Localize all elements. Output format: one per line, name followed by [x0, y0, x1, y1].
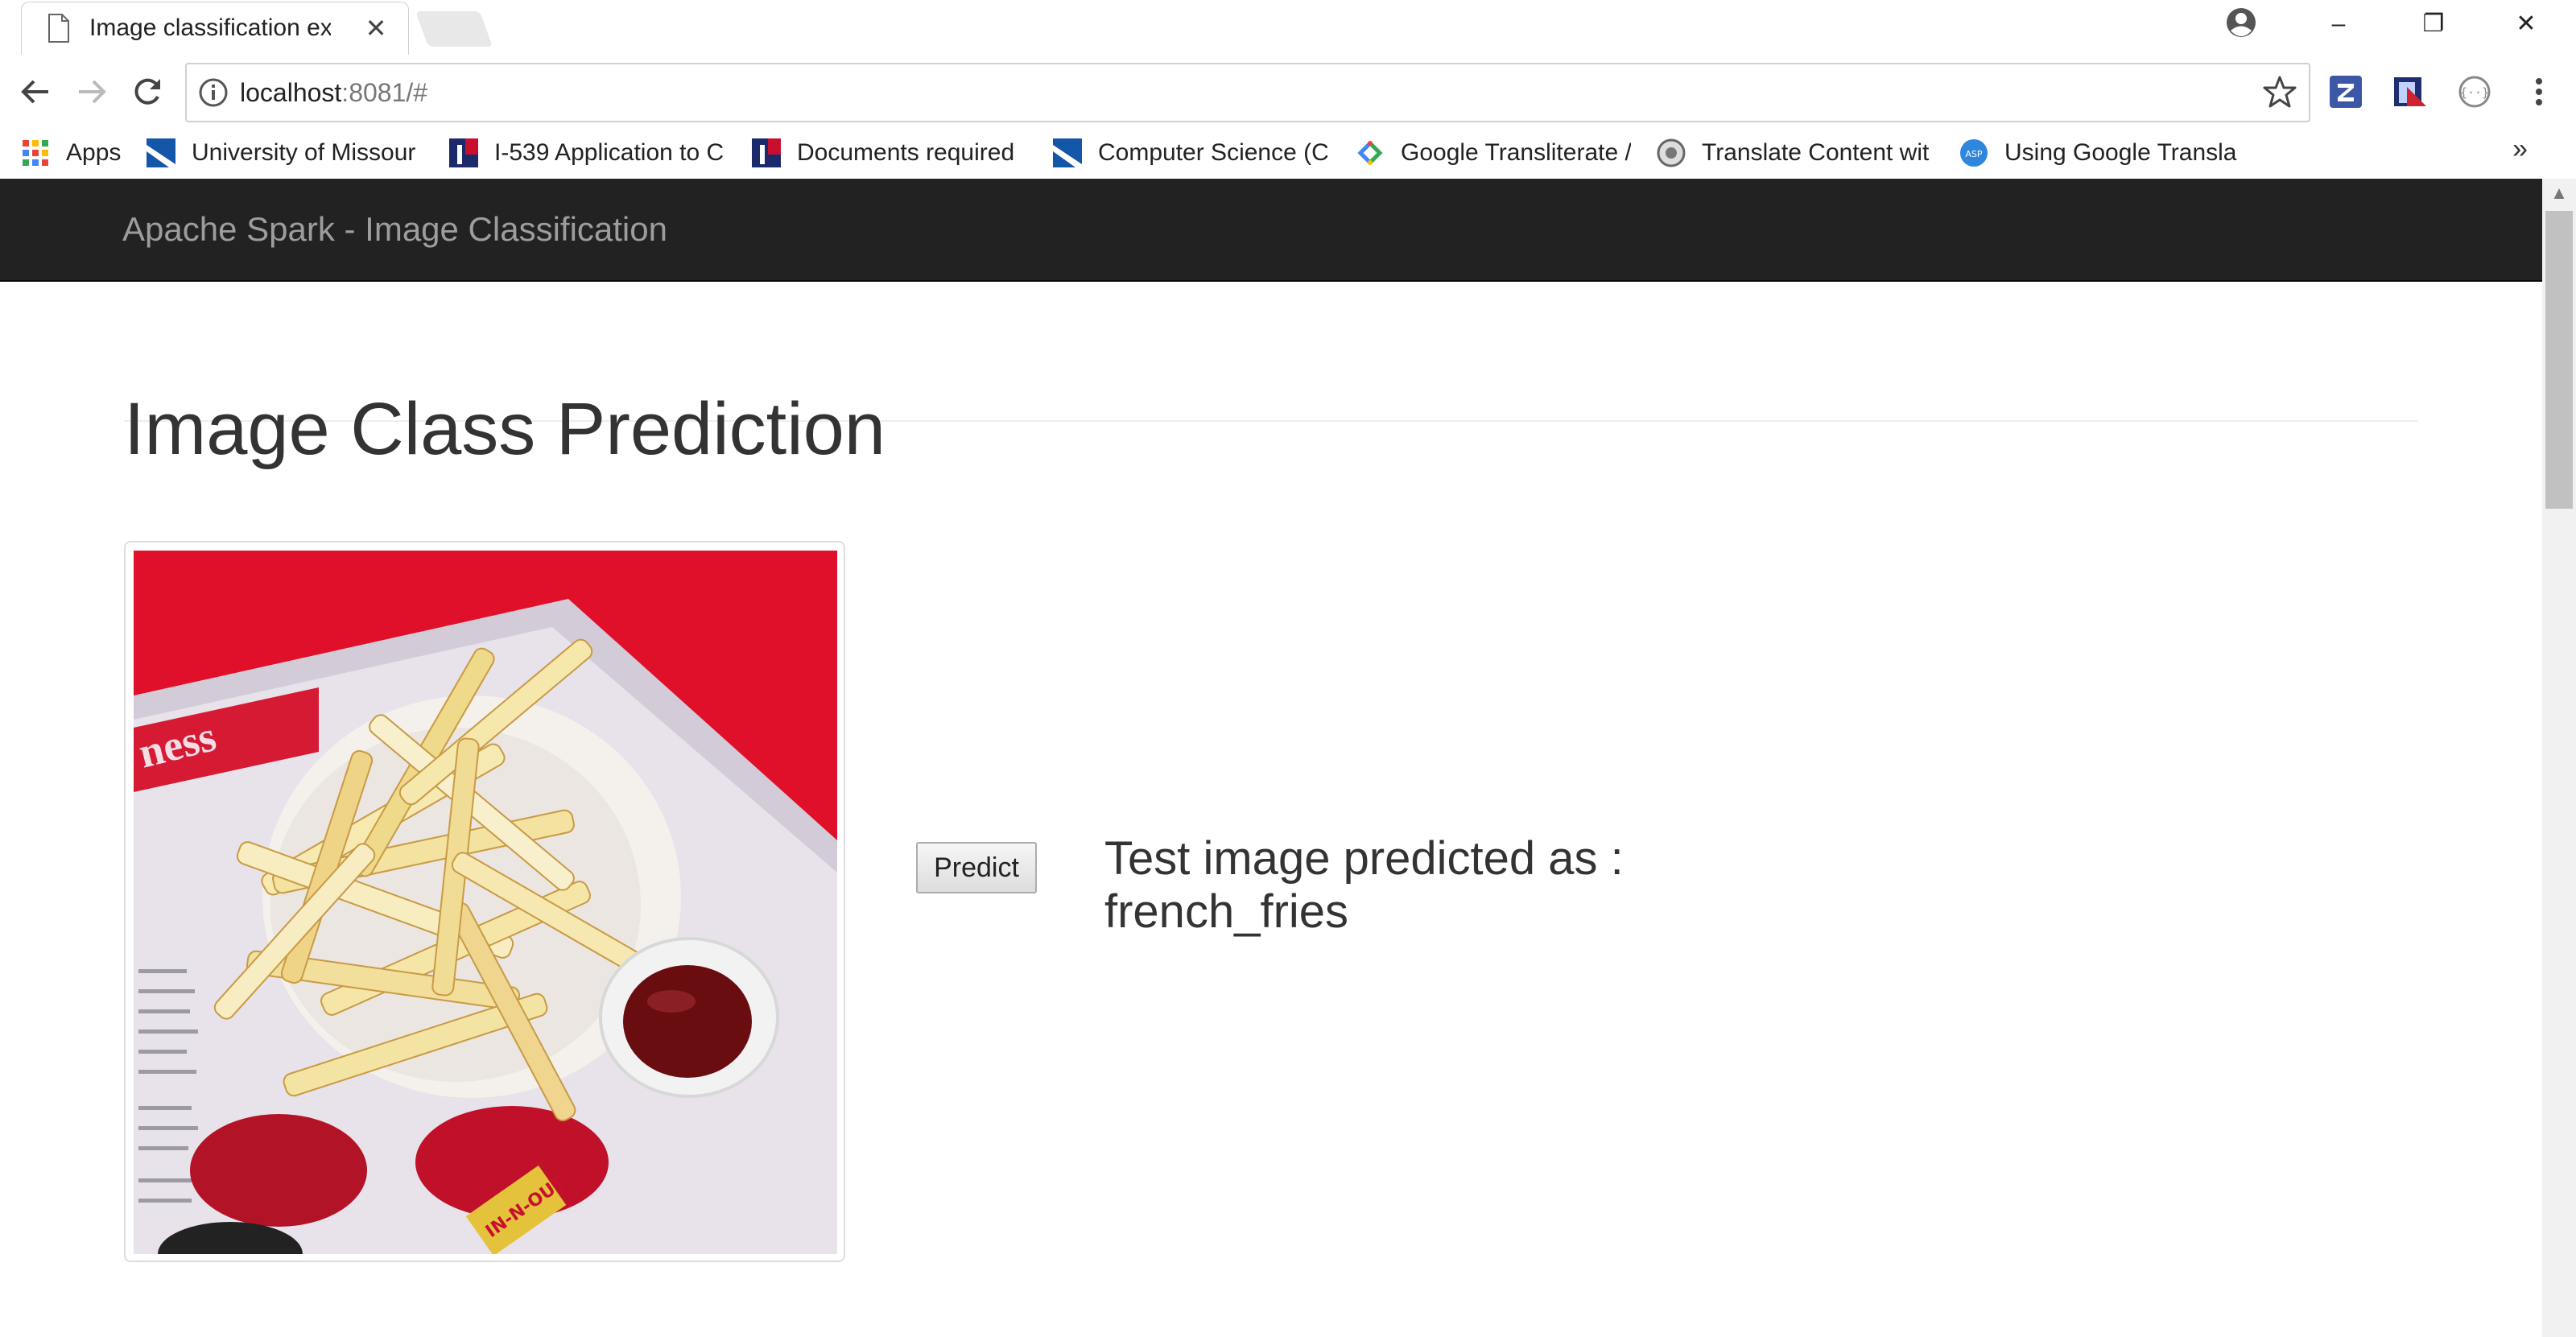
- address-bar[interactable]: localhost:8081/#: [185, 63, 2310, 122]
- json-extension-icon[interactable]: {··}: [2455, 72, 2494, 111]
- bookmark-google-transliterate[interactable]: Google Transliterate /: [1354, 135, 1631, 171]
- bookmark-using-google-translate[interactable]: ASP Using Google Transla: [1958, 135, 2238, 171]
- page-header: Image Class Prediction: [124, 299, 2418, 470]
- tab-title: Image classification exam: [89, 14, 331, 41]
- new-tab-button[interactable]: [415, 11, 493, 47]
- uscis-icon: [752, 138, 781, 167]
- page-title: Image Class Prediction: [124, 387, 886, 470]
- url-text[interactable]: localhost:8081/#: [240, 77, 427, 108]
- page-icon: [48, 14, 69, 43]
- bookmark-label: Using Google Transla: [2004, 139, 2237, 166]
- bookmarks-bar: Apps University of Missour I-539 Applica…: [0, 129, 2576, 180]
- french-fries-image: ness IN-N-OUT: [134, 551, 837, 1254]
- prediction-class: french_fries: [1104, 885, 1349, 938]
- url-host: localhost: [240, 78, 342, 107]
- reader-extension-icon[interactable]: [2391, 72, 2429, 111]
- bookmark-translate-content[interactable]: Translate Content wit: [1655, 135, 1932, 171]
- bookmark-label: Google Transliterate /: [1401, 139, 1631, 166]
- forward-arrow-icon[interactable]: [69, 69, 114, 114]
- scrollbar-thumb[interactable]: [2545, 211, 2573, 509]
- bookmark-i539[interactable]: I-539 Application to C: [448, 135, 724, 171]
- asp-icon: ASP: [1960, 139, 1988, 167]
- translate-icon: [1657, 138, 1686, 167]
- uscis-icon: [449, 138, 478, 167]
- bookmarks-overflow-button[interactable]: »: [2512, 134, 2528, 165]
- svg-text:{··}: {··}: [2460, 85, 2489, 100]
- menu-dots-icon[interactable]: [2520, 72, 2558, 111]
- bookmark-computer-science[interactable]: Computer Science (C: [1051, 135, 1328, 171]
- minimize-button[interactable]: –: [2298, 0, 2379, 48]
- bookmark-label: Computer Science (C: [1098, 139, 1328, 166]
- apps-grid-icon: [23, 140, 48, 166]
- reload-icon[interactable]: [126, 69, 171, 114]
- z-extension-icon[interactable]: [2326, 72, 2365, 111]
- university-icon: [1053, 138, 1082, 167]
- browser-toolbar: localhost:8081/# {··}: [0, 55, 2576, 129]
- bookmark-star-icon[interactable]: [2262, 74, 2297, 109]
- bookmark-university-missouri[interactable]: University of Missour: [145, 135, 428, 171]
- restore-button[interactable]: ❐: [2393, 0, 2474, 48]
- vertical-scrollbar[interactable]: ▲: [2542, 179, 2576, 1337]
- bookmark-label: Apps: [66, 139, 122, 166]
- info-icon[interactable]: [198, 77, 229, 108]
- google-icon: [1357, 141, 1383, 165]
- bookmark-label: I-539 Application to C: [494, 139, 724, 166]
- bookmark-apps[interactable]: Apps: [19, 135, 121, 171]
- bookmark-label: University of Missour: [192, 139, 416, 166]
- window-close-button[interactable]: ✕: [2486, 0, 2566, 48]
- scroll-up-arrow-icon[interactable]: ▲: [2542, 179, 2576, 208]
- test-image-thumbnail: ness IN-N-OUT: [124, 541, 845, 1262]
- svg-text:ASP: ASP: [1965, 149, 1983, 159]
- predict-button[interactable]: Predict: [916, 842, 1037, 893]
- bookmark-label: Translate Content wit: [1702, 139, 1930, 166]
- navbar: Apache Spark - Image Classification: [0, 179, 2542, 282]
- browser-tab[interactable]: Image classification exam ✕: [21, 2, 409, 56]
- bookmark-label: Documents required: [797, 139, 1015, 166]
- page-viewport: Apache Spark - Image Classification Imag…: [0, 179, 2542, 1337]
- profile-icon[interactable]: [2222, 3, 2260, 42]
- navbar-brand[interactable]: Apache Spark - Image Classification: [122, 208, 667, 251]
- prediction-label: Test image predicted as :: [1104, 832, 1624, 885]
- bookmark-documents-required[interactable]: Documents required: [750, 135, 1024, 171]
- back-arrow-icon[interactable]: [13, 69, 58, 114]
- prediction-result: Test image predicted as : french_fries: [1104, 832, 1829, 939]
- tab-close-icon[interactable]: ✕: [360, 12, 392, 44]
- url-path: :8081/#: [341, 78, 428, 107]
- browser-tab-strip: Image classification exam ✕ – ❐ ✕: [0, 0, 2576, 56]
- university-icon: [147, 138, 175, 167]
